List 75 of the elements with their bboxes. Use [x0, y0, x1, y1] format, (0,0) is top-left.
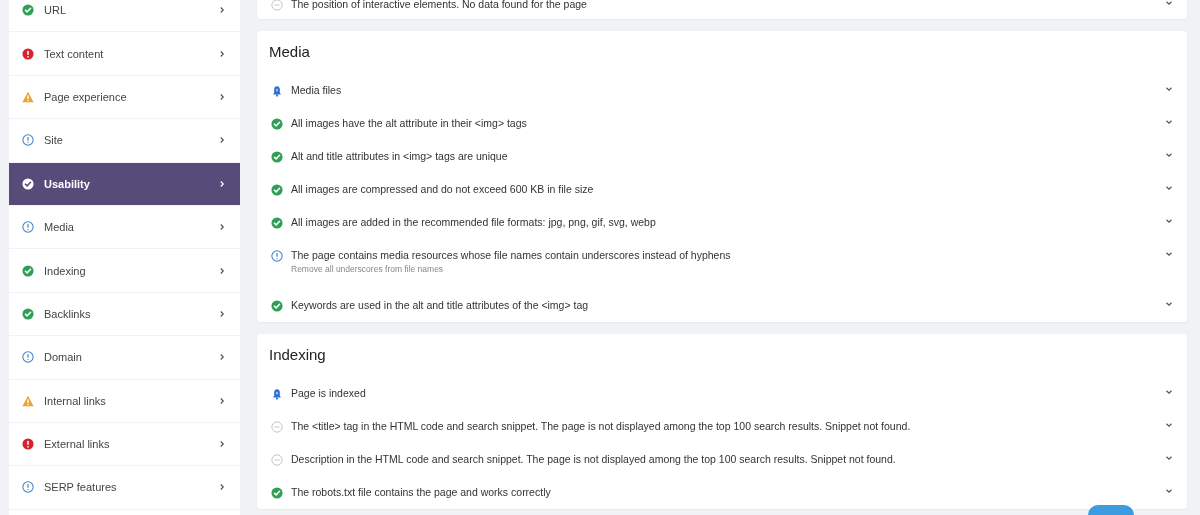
check-label: The robots.txt file contains the page and works correctly [291, 485, 551, 500]
chevron-down-icon [1165, 454, 1173, 462]
info-circle-icon [271, 250, 283, 262]
chevron-right-icon [218, 353, 226, 362]
exclamation-circle-icon [22, 438, 34, 451]
check-circle-icon [271, 184, 283, 196]
sidebar-item[interactable]: Text content [9, 32, 240, 76]
sidebar-item[interactable]: Internal links [9, 379, 240, 423]
check-hint: Remove all underscores from file names [291, 264, 445, 274]
chevron-right-icon [218, 179, 226, 188]
chevron-down-icon [1165, 388, 1173, 396]
chevron-down-icon [1165, 0, 1173, 7]
check-label: Alt and title attributes in <img> tags are unique [291, 149, 508, 164]
chevron-right-icon [218, 92, 226, 101]
chevron-right-icon [218, 309, 226, 318]
chevron-down-icon [1165, 217, 1173, 225]
check-label: Description in the HTML code and search snippet. The page is not displayed among the top 100 search results. Snippet not found. [291, 452, 896, 467]
sidebar-item[interactable]: External links [9, 422, 240, 467]
sidebar-item[interactable]: Usability [9, 162, 240, 206]
chevron-down-icon [1165, 487, 1173, 495]
warning-triangle-icon [22, 90, 34, 103]
check-label: The page contains media resources whose file names contain underscores instead of hyphens [291, 248, 731, 263]
sidebar-item[interactable]: Media [9, 205, 240, 250]
check-circle-icon [271, 151, 283, 163]
info-circle-icon [22, 221, 34, 234]
chevron-right-icon [218, 266, 226, 275]
minus-circle-icon [271, 421, 283, 433]
check-circle-icon [271, 217, 283, 229]
check-circle-icon [271, 118, 283, 130]
bell-icon [271, 85, 283, 97]
sidebar-item[interactable]: Page experience [9, 75, 240, 120]
chevron-right-icon [218, 49, 226, 58]
chevron-down-icon [1165, 151, 1173, 159]
sidebar-item[interactable]: Indexing [9, 249, 240, 293]
info-circle-icon [22, 481, 34, 494]
chevron-down-icon [1165, 118, 1173, 126]
chevron-down-icon [1165, 250, 1173, 258]
section-title: Media [269, 42, 311, 62]
chevron-right-icon [218, 223, 226, 232]
check-label: The <title> tag in the HTML code and search snippet. The page is not displayed among the top 100 search results. Snippet not found. [291, 419, 911, 434]
minus-circle-icon [271, 454, 283, 466]
chevron-right-icon [218, 483, 226, 492]
sidebar-item[interactable]: URL [9, 0, 240, 33]
check-label: All images are added in the recommended file formats: jpg, png, gif, svg, webp [291, 215, 656, 230]
check-circle-icon [22, 264, 34, 277]
check-label: The position of interactive elements. No data found for the page [291, 0, 587, 12]
check-label: Keywords are used in the alt and title attributes of the <img> tag [291, 298, 589, 313]
sidebar-item[interactable]: Backlinks [9, 292, 240, 337]
sidebar-item[interactable]: Domain [9, 336, 240, 380]
chevron-down-icon [1165, 85, 1173, 93]
check-label: Media files [291, 83, 342, 98]
check-circle-icon [271, 300, 283, 312]
floating-button[interactable] [1088, 505, 1134, 515]
check-label: All images are compressed and do not exceed 600 KB in file size [291, 182, 594, 197]
warning-triangle-icon [22, 394, 34, 407]
check-circle-icon [22, 4, 34, 17]
bell-icon [271, 388, 283, 400]
exclamation-circle-icon [22, 47, 34, 60]
check-label: Page is indexed [291, 386, 366, 401]
check-circle-icon [22, 177, 34, 190]
chevron-right-icon [218, 396, 226, 405]
chevron-down-icon [1165, 184, 1173, 192]
check-circle-icon [22, 307, 34, 320]
chevron-right-icon [218, 136, 226, 145]
sidebar-item[interactable]: Site [9, 119, 240, 163]
chevron-down-icon [1165, 421, 1173, 429]
sidebar-item[interactable]: SERP features [9, 466, 240, 510]
info-circle-icon [22, 351, 34, 364]
check-label: All images have the alt attribute in their <img> tags [291, 116, 527, 131]
chevron-right-icon [218, 6, 226, 15]
check-circle-icon [271, 487, 283, 499]
chevron-right-icon [218, 440, 226, 449]
section-title: Indexing [269, 345, 327, 365]
chevron-down-icon [1165, 300, 1173, 308]
info-circle-icon [22, 134, 34, 147]
